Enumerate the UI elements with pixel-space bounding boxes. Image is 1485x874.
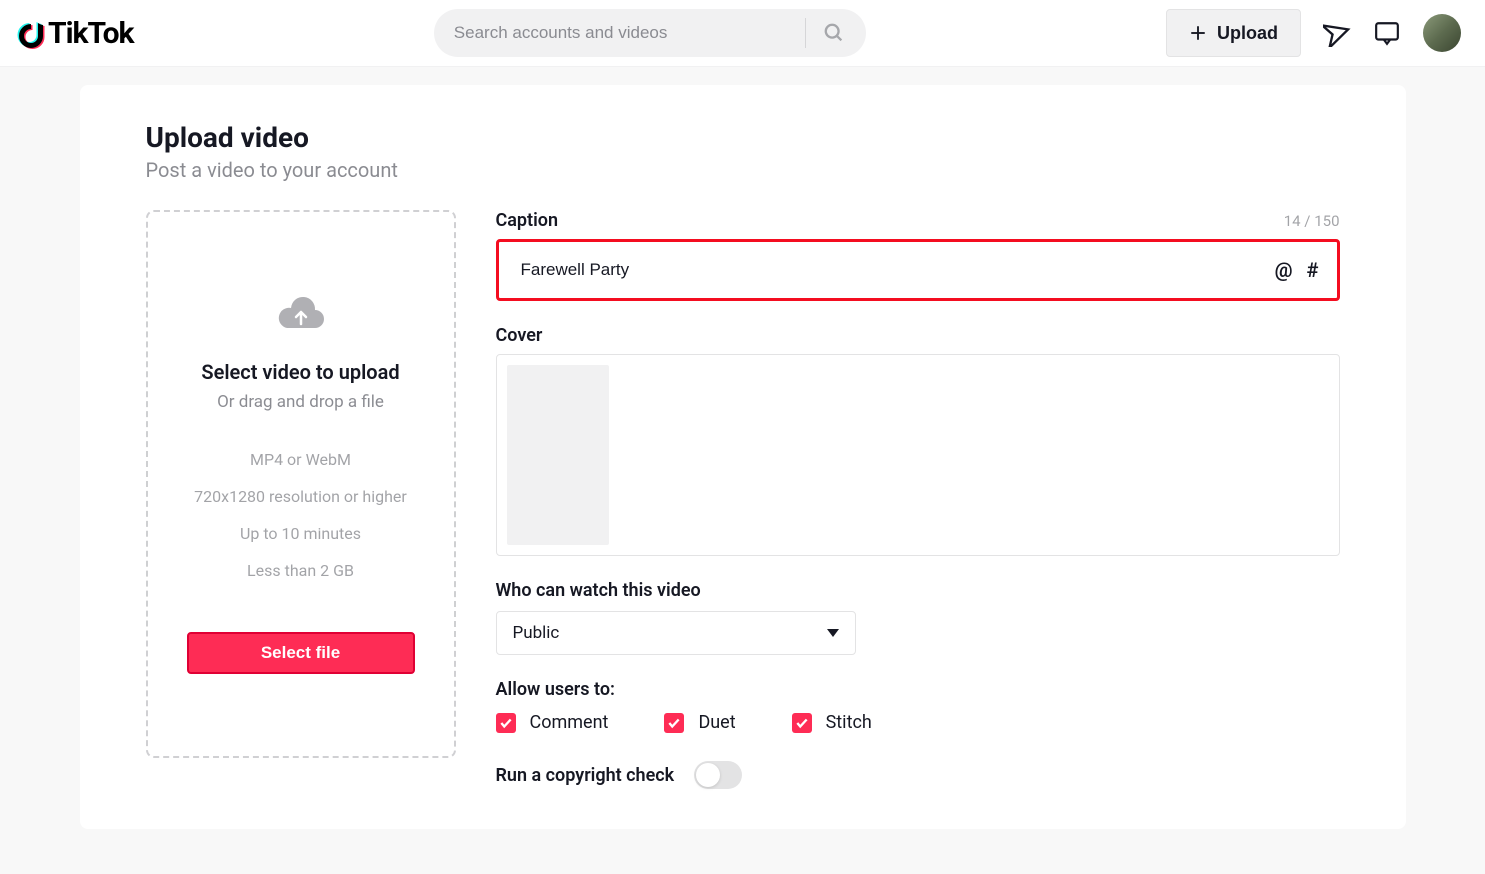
caption-field: Caption 14 / 150 @ # xyxy=(496,210,1340,301)
cloud-upload-icon xyxy=(277,296,325,332)
privacy-value: Public xyxy=(513,623,560,643)
header: TikTok Upload xyxy=(0,0,1485,67)
comment-checkbox[interactable] xyxy=(496,713,516,733)
cover-field: Cover xyxy=(496,325,1340,556)
upload-hint: 720x1280 resolution or higher xyxy=(194,487,407,506)
search-divider xyxy=(805,18,806,48)
search-wrap xyxy=(134,9,1166,57)
plus-icon xyxy=(1189,24,1207,42)
hashtag-icon[interactable]: # xyxy=(1307,258,1319,282)
stitch-label: Stitch xyxy=(826,712,872,733)
copyright-label: Run a copyright check xyxy=(496,765,675,786)
send-icon xyxy=(1323,19,1351,47)
cover-thumbnail xyxy=(507,365,609,545)
upload-button[interactable]: Upload xyxy=(1166,9,1301,57)
inbox-icon xyxy=(1374,20,1400,46)
allow-label: Allow users to: xyxy=(496,679,1340,700)
caption-box: @ # xyxy=(496,239,1340,301)
duet-label: Duet xyxy=(698,712,735,733)
upload-button-label: Upload xyxy=(1217,23,1278,44)
page-title: Upload video xyxy=(146,121,1340,154)
inbox-button[interactable] xyxy=(1373,19,1401,47)
caption-char-count: 14 / 150 xyxy=(1284,212,1340,230)
upload-main-text: Select video to upload xyxy=(201,360,399,384)
caption-input[interactable] xyxy=(521,260,1275,280)
allow-stitch-item: Stitch xyxy=(792,712,872,733)
comment-label: Comment xyxy=(530,712,609,733)
upload-hints: MP4 or WebM 720x1280 resolution or highe… xyxy=(194,450,407,580)
chevron-down-icon xyxy=(827,629,839,637)
allow-duet-item: Duet xyxy=(664,712,735,733)
cover-label: Cover xyxy=(496,325,1340,346)
search-button[interactable] xyxy=(810,9,858,57)
privacy-select[interactable]: Public xyxy=(496,611,856,655)
select-file-button[interactable]: Select file xyxy=(187,632,415,674)
upload-sub-text: Or drag and drop a file xyxy=(217,392,384,412)
toggle-knob xyxy=(696,763,720,787)
mention-icon[interactable]: @ xyxy=(1275,258,1293,282)
form-column: Caption 14 / 150 @ # Cover xyxy=(496,210,1340,789)
messages-button[interactable] xyxy=(1323,19,1351,47)
upload-card: Upload video Post a video to your accoun… xyxy=(80,85,1406,829)
upload-hint: Less than 2 GB xyxy=(247,561,354,580)
privacy-field: Who can watch this video Public xyxy=(496,580,1340,655)
upload-hint: MP4 or WebM xyxy=(250,450,351,469)
page-subtitle: Post a video to your account xyxy=(146,158,1340,182)
main: Upload video Post a video to your accoun… xyxy=(0,67,1485,829)
stitch-checkbox[interactable] xyxy=(792,713,812,733)
copyright-row: Run a copyright check xyxy=(496,761,1340,789)
tiktok-music-note-icon xyxy=(16,16,46,50)
duet-checkbox[interactable] xyxy=(664,713,684,733)
search-icon xyxy=(823,22,845,44)
logo-text: TikTok xyxy=(48,16,134,51)
search-input[interactable] xyxy=(454,23,801,43)
avatar[interactable] xyxy=(1423,14,1461,52)
caption-label: Caption xyxy=(496,210,559,231)
header-right: Upload xyxy=(1166,9,1469,57)
allow-field: Allow users to: Comment Duet Stitch xyxy=(496,679,1340,733)
copyright-toggle[interactable] xyxy=(694,761,742,789)
upload-dropzone[interactable]: Select video to upload Or drag and drop … xyxy=(146,210,456,758)
upload-hint: Up to 10 minutes xyxy=(240,524,361,543)
search-box xyxy=(434,9,866,57)
privacy-label: Who can watch this video xyxy=(496,580,1340,601)
content-row: Select video to upload Or drag and drop … xyxy=(146,210,1340,789)
tiktok-logo[interactable]: TikTok xyxy=(16,16,134,51)
cover-box[interactable] xyxy=(496,354,1340,556)
allow-comment-item: Comment xyxy=(496,712,609,733)
